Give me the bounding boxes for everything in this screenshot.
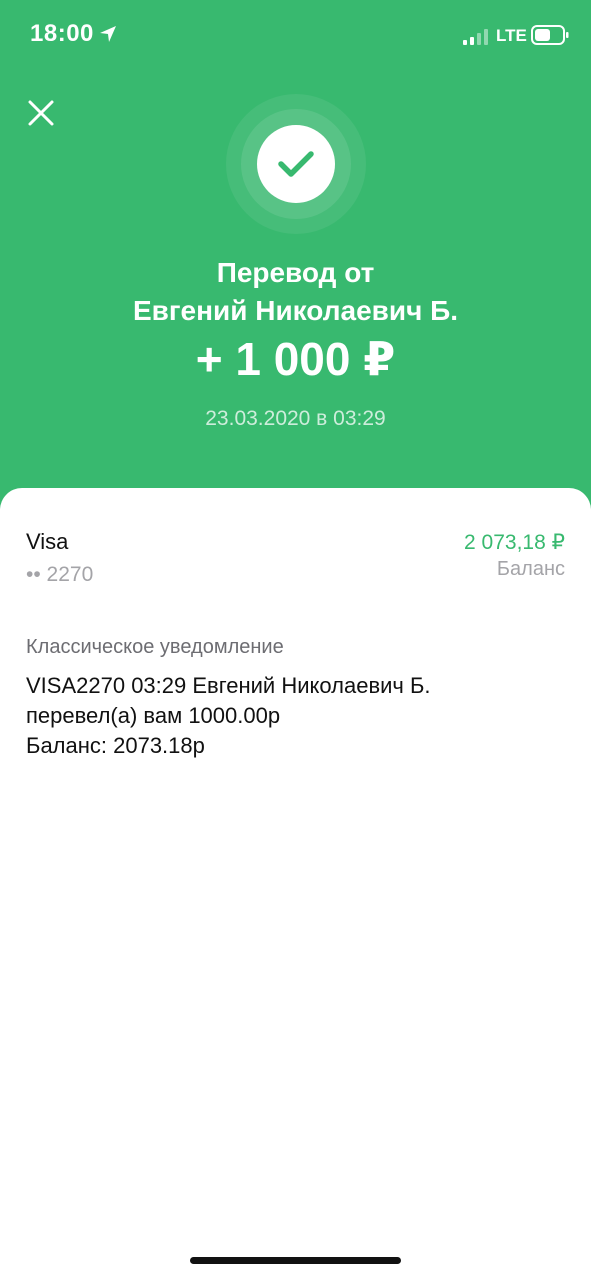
notification-line-3: Баланс: 2073.18р <box>26 733 205 758</box>
notification-line-2: перевел(а) вам 1000.00р <box>26 703 281 728</box>
close-icon <box>28 100 54 126</box>
notification-text: VISA2270 03:29 Евгений Николаевич Б. пер… <box>26 671 566 761</box>
network-type: LTE <box>496 26 527 45</box>
title-line-1: Перевод от <box>216 257 375 288</box>
notification-line-1: VISA2270 03:29 Евгений Николаевич Б. <box>26 673 431 698</box>
battery-icon <box>531 25 569 45</box>
sender-name: Евгений Николаевич Б. <box>132 295 459 326</box>
notification-label: Классическое уведомление <box>26 636 284 658</box>
card-number: •• 2270 <box>26 563 94 586</box>
checkmark-icon <box>278 151 314 177</box>
transfer-title: Перевод от Евгений Николаевич Б. <box>0 254 591 330</box>
details-sheet <box>0 488 591 1280</box>
card-name: Visa <box>26 529 69 554</box>
close-button[interactable] <box>22 94 60 132</box>
balance-label: Баланс <box>496 558 565 580</box>
home-indicator[interactable] <box>190 1257 401 1264</box>
status-bar: 18:00 LTE <box>0 0 591 72</box>
transfer-amount: + 1 000 ₽ <box>195 333 396 385</box>
status-time: 18:00 <box>30 20 94 47</box>
success-badge <box>257 125 335 203</box>
location-arrow-icon <box>100 26 116 42</box>
transfer-datetime: 23.03.2020 в 03:29 <box>205 407 386 430</box>
balance-value: 2 073,18 ₽ <box>464 531 565 554</box>
signal-bars-icon <box>463 29 488 45</box>
header-banner: 18:00 LTE Перевод от Евгений Николаевич … <box>0 0 591 520</box>
